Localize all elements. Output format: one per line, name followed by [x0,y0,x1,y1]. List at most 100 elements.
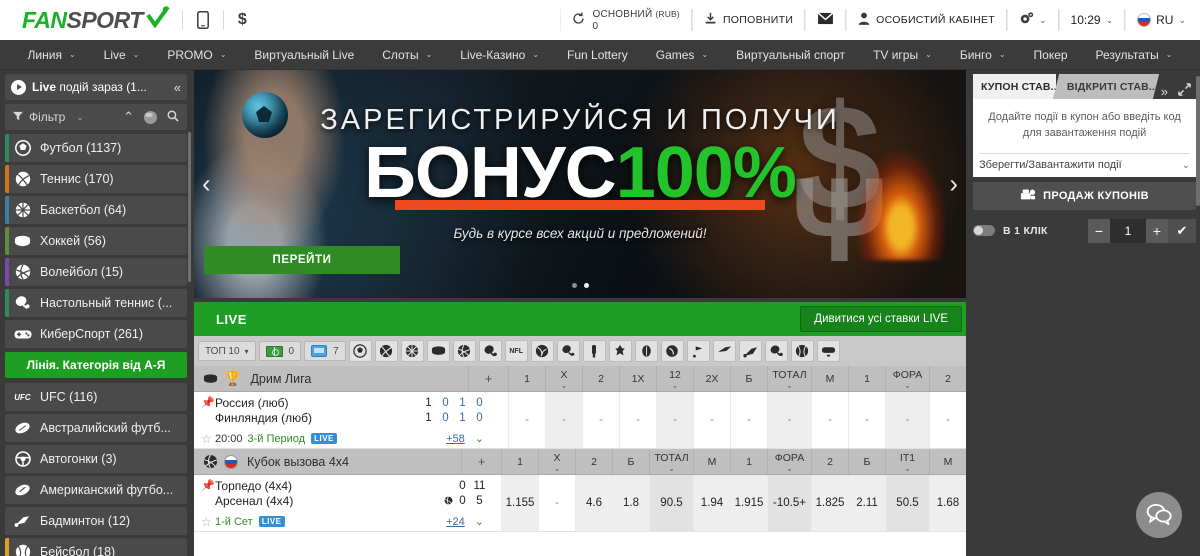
favorite-star-icon[interactable]: ☆ [201,432,215,446]
odds-cell[interactable]: 50.5 [885,475,929,531]
settings-button[interactable]: ⌄ [1006,9,1058,31]
nav-item-promo[interactable]: PROMO ⌄ [153,40,240,70]
nav-item-poker[interactable]: Покер [1020,40,1082,70]
nav-item-live[interactable]: Live ⌄ [90,40,154,70]
filter-button[interactable]: Фільтр ⌄ [13,110,84,124]
chevron-down-icon[interactable]: ⌄ [475,432,484,445]
hockey-icon[interactable] [426,340,450,362]
sidebar-scrollbar[interactable] [188,132,191,282]
table-tennis-icon[interactable] [478,340,502,362]
col-b[interactable]: Б [730,366,767,391]
shuttlecock-icon[interactable] [738,340,762,362]
col-2x[interactable]: 2X [693,366,730,391]
more-markets-link[interactable]: +24 [446,516,465,528]
dollar-icon[interactable]: $ [238,11,247,29]
col-m2[interactable]: М [929,449,966,474]
odds-cell[interactable]: 1.155 [501,475,538,531]
odds-cell[interactable]: - [656,392,693,448]
col-1[interactable]: 1 [508,366,545,391]
odds-cell[interactable]: - [619,392,656,448]
nav-item-bingo[interactable]: Бинго ⌄ [946,40,1020,70]
water-polo-icon[interactable] [608,340,632,362]
odds-cell[interactable]: - [582,392,619,448]
nav-item-liniya[interactable]: Линия ⌄ [14,40,90,70]
american-football-icon[interactable]: NFL [504,340,528,362]
nav-item-results[interactable]: Результаты ⌄ [1082,40,1187,70]
odds-cell[interactable]: -10.5+ [767,475,811,531]
save-load-selector[interactable]: Зберегти/Завантажити події ⌄ [979,152,1190,177]
col-total[interactable]: ТОТАЛ ⌄ [649,449,693,474]
sidebar-item-motorsport[interactable]: Автогонки (3) [5,445,187,473]
odds-cell[interactable]: - [545,392,582,448]
odds-cell[interactable]: 1.8 [612,475,649,531]
mail-button[interactable] [805,9,845,31]
one-click-toggle[interactable] [973,225,995,237]
sidebar-item-volleyball[interactable]: Волейбол (15) [5,258,187,286]
soccer-icon[interactable] [348,340,372,362]
banner-cta-button[interactable]: ПЕРЕЙТИ [204,246,400,274]
squash-icon[interactable] [764,340,788,362]
sidebar-item-esports[interactable]: КиберСпорт (261) [5,320,187,348]
odds-cell[interactable]: 1.915 [730,475,767,531]
tv-filter[interactable]: 7 [304,341,346,361]
col-plus[interactable]: + [468,366,508,391]
pin-icon[interactable]: 📌 [201,396,215,411]
col-it1[interactable]: IT1 ⌄ [885,449,929,474]
col-1x[interactable]: 1X [619,366,656,391]
chevron-down-icon[interactable]: ⌄ [475,515,484,528]
col-b[interactable]: Б [612,449,649,474]
chat-button[interactable] [1136,492,1182,538]
baseball-icon[interactable] [790,340,814,362]
expand-icon[interactable]: » [1156,84,1173,99]
sidebar-item-badminton[interactable]: Бадминтон (12) [5,507,187,535]
odds-cell[interactable]: - [767,392,811,448]
snooker-icon[interactable] [660,340,684,362]
fullscreen-icon[interactable] [1173,83,1196,99]
col-plus[interactable]: + [461,449,501,474]
odds-cell[interactable]: - [929,392,966,448]
col-m[interactable]: М [811,366,848,391]
tab-open-bets[interactable]: ВІДКРИТІ СТАВ... [1053,74,1159,99]
col-x[interactable]: X ⌄ [538,449,575,474]
sell-coupons-button[interactable]: ПРОДАЖ КУПОНІВ [973,181,1196,210]
category-az-button[interactable]: Лінія. Категорія від А-Я [5,352,187,378]
stepper-value[interactable]: 1 [1110,218,1146,243]
favorite-star-icon[interactable]: ☆ [201,515,215,529]
nav-item-fun-lottery[interactable]: Fun Lottery [553,40,642,70]
nav-item-virtual-live[interactable]: Виртуальный Live [240,40,368,70]
banner-next-arrow[interactable]: › [949,169,958,200]
betslip-scrollbar[interactable] [1196,76,1200,206]
sidebar-item-basketball[interactable]: Баскетбол (64) [5,196,187,224]
sidebar-item-ufc[interactable]: UFC UFC (116) [5,383,187,411]
odds-cell[interactable]: 1.68 [929,475,966,531]
col-fora[interactable]: ФОРА ⌄ [885,366,929,391]
col-2[interactable]: 2 [582,366,619,391]
col-fora[interactable]: ФОРА ⌄ [767,449,811,474]
clock-widget[interactable]: 10:29 ⌄ [1058,9,1125,31]
sidebar-item-baseball[interactable]: Бейсбол (18) [5,538,187,556]
odds-cell[interactable]: - [811,392,848,448]
sidebar-item-american-football[interactable]: Американский футбо... [5,476,187,504]
collapse-icon[interactable]: « [174,80,181,95]
odds-cell[interactable]: - [538,475,575,531]
nav-item-slots[interactable]: Слоты ⌄ [368,40,446,70]
col-1b[interactable]: 1 [848,366,885,391]
col-x[interactable]: X ⌄ [545,366,582,391]
search-icon[interactable] [167,109,179,125]
table-row[interactable]: 📌 Россия (люб) 1 0 1 0 Финляндия (люб) 1… [194,392,966,449]
odds-cell[interactable]: - [693,392,730,448]
col-1b[interactable]: 1 [730,449,767,474]
stepper-confirm-button[interactable]: ✔ [1168,218,1196,243]
odds-cell[interactable]: - [730,392,767,448]
collapse-all-icon[interactable]: ⌃ [123,109,134,125]
nav-item-games[interactable]: Games ⌄ [642,40,722,70]
globe-icon[interactable] [144,110,157,124]
col-12[interactable]: 12 ⌄ [656,366,693,391]
promo-banner[interactable]: $ Ψ ЗАРЕГИСТРИРУЙСЯ И ПОЛУЧИ БОНУС100% Б… [194,70,966,298]
stepper-minus-button[interactable]: − [1088,218,1110,243]
handball-icon[interactable] [530,340,554,362]
col-2[interactable]: 2 [575,449,612,474]
rugby-icon[interactable] [634,340,658,362]
more-markets-link[interactable]: +58 [446,433,465,445]
col-2b[interactable]: 2 [811,449,848,474]
